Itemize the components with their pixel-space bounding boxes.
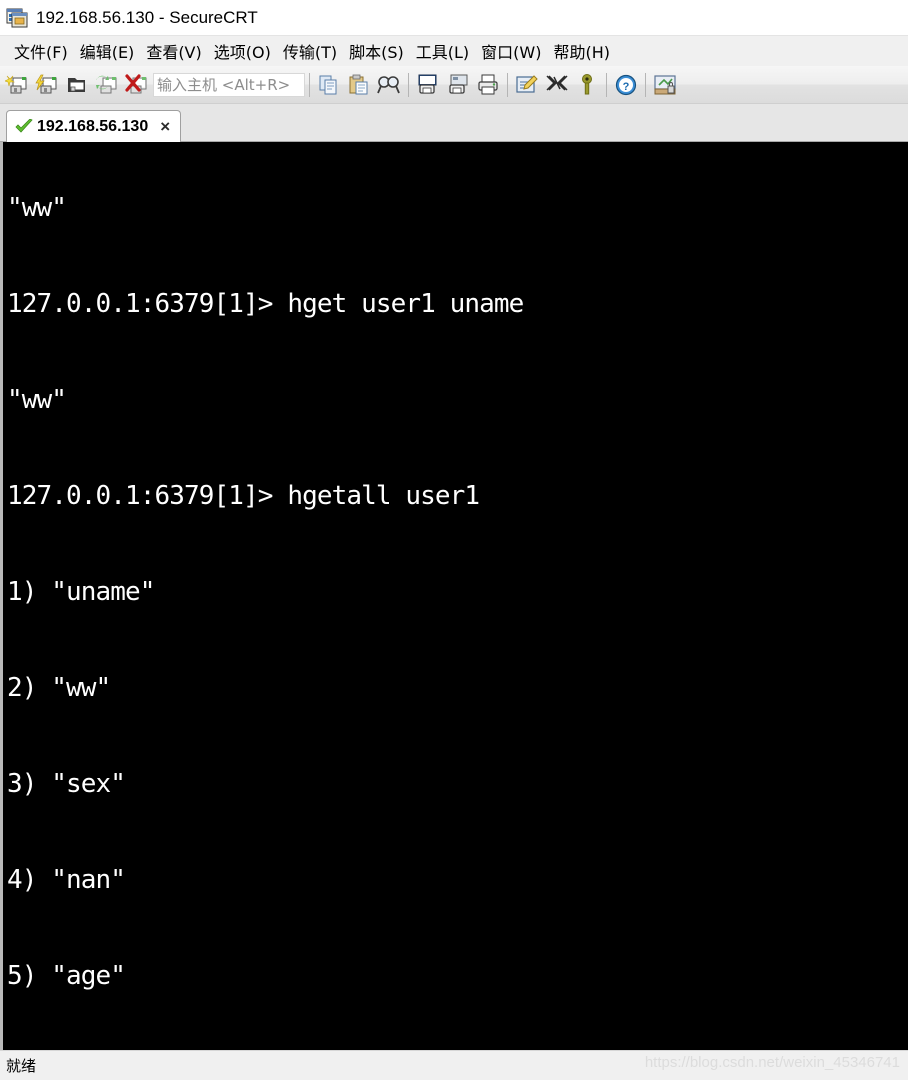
menu-help[interactable]: 帮助(H) [547, 37, 616, 65]
svg-text:?: ? [623, 81, 630, 93]
paste-icon[interactable] [344, 70, 374, 100]
status-bar: 就绪 https://blog.csdn.net/weixin_45346741 [0, 1050, 908, 1080]
terminal-line: 127.0.0.1:6379[1]> hgetall user1 [7, 481, 480, 511]
host-input-placeholder: 输入主机 <Alt+R> [157, 76, 291, 94]
menu-bar: 文件(F) 编辑(E) 查看(V) 选项(O) 传输(T) 脚本(S) 工具(L… [0, 35, 908, 66]
securecrt-app-icon [6, 7, 28, 29]
menu-view[interactable]: 查看(V) [140, 37, 207, 65]
log-session-icon[interactable] [443, 70, 473, 100]
tab-bar: 192.168.56.130 × [0, 104, 908, 142]
window-title: 192.168.56.130 - SecureCRT [36, 7, 258, 27]
terminal-line: 2) "ww" [7, 673, 111, 703]
toolbar-separator [606, 72, 607, 97]
terminal-line: 3) "sex" [7, 769, 126, 799]
key-icon[interactable] [572, 70, 602, 100]
terminal-line: 4) "nan" [7, 865, 126, 895]
reconnect-icon[interactable] [92, 70, 122, 100]
copy-icon[interactable] [314, 70, 344, 100]
terminal-line: 127.0.0.1:6379[1]> hget user1 uname [7, 289, 524, 319]
menu-options[interactable]: 选项(O) [208, 37, 277, 65]
tab-192-168-56-130[interactable]: 192.168.56.130 × [6, 110, 182, 142]
menu-window[interactable]: 窗口(W) [475, 37, 547, 65]
disconnect-icon[interactable] [122, 70, 152, 100]
close-icon[interactable]: × [160, 118, 170, 135]
terminal-output: "ww" 127.0.0.1:6379[1]> hget user1 uname… [7, 142, 908, 1050]
securecrt-window: 192.168.56.130 - SecureCRT 文件(F) 编辑(E) 查… [0, 0, 908, 1080]
toolbar-separator [408, 72, 409, 97]
terminal-pane[interactable]: "ww" 127.0.0.1:6379[1]> hget user1 uname… [0, 142, 908, 1050]
connect-in-tab-icon[interactable] [62, 70, 92, 100]
terminal-line: 5) "age" [7, 961, 126, 991]
new-session-icon[interactable] [2, 70, 32, 100]
secure-file-transfer-icon[interactable] [650, 70, 680, 100]
title-bar: 192.168.56.130 - SecureCRT [0, 0, 908, 35]
find-icon[interactable] [374, 70, 404, 100]
session-options-icon[interactable] [512, 70, 542, 100]
green-check-icon [15, 118, 33, 135]
print-icon[interactable] [473, 70, 503, 100]
tab-label: 192.168.56.130 [37, 117, 149, 135]
menu-script[interactable]: 脚本(S) [343, 37, 410, 65]
quick-connect-icon[interactable] [32, 70, 62, 100]
toolbar-separator [507, 72, 508, 97]
menu-file[interactable]: 文件(F) [8, 37, 74, 65]
menu-tools[interactable]: 工具(L) [410, 37, 475, 65]
terminal-line: "ww" [7, 385, 67, 415]
toolbar: 输入主机 <Alt+R> ? [0, 66, 908, 104]
host-input[interactable]: 输入主机 <Alt+R> [153, 72, 305, 97]
toolbar-separator [309, 72, 310, 97]
status-text: 就绪 [6, 1057, 37, 1075]
terminal-line: "ww" [7, 193, 67, 223]
terminal-line: 1) "uname" [7, 577, 155, 607]
toolbar-separator [645, 72, 646, 97]
help-icon[interactable]: ? [611, 70, 641, 100]
chat-window-icon[interactable] [542, 70, 572, 100]
watermark-text: https://blog.csdn.net/weixin_45346741 [644, 1054, 900, 1071]
menu-transfer[interactable]: 传输(T) [277, 37, 343, 65]
menu-edit[interactable]: 编辑(E) [74, 37, 141, 65]
print-screen-icon[interactable] [413, 70, 443, 100]
